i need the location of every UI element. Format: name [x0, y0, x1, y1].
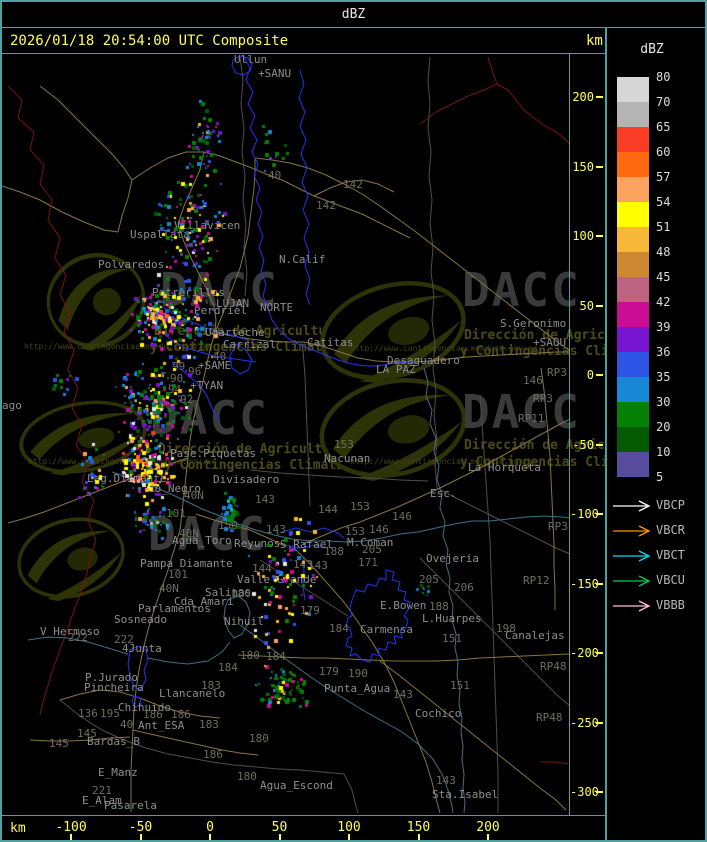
- scale-segment: [617, 77, 649, 102]
- x-tick-mark: [209, 834, 211, 840]
- scale-label: 70: [656, 95, 671, 109]
- radar-composite-window: dBZ 2026/01/18 20:54:00 UTC Composite km…: [0, 0, 707, 842]
- y-tick-label: -100: [570, 507, 599, 521]
- scale-label: 20: [656, 420, 671, 434]
- x-tick-label: 200: [476, 820, 500, 835]
- arrow-label: VBCR: [656, 523, 685, 537]
- x-tick-mark: [139, 834, 142, 840]
- y-tick-label: -200: [570, 646, 599, 660]
- x-tick-mark: [70, 834, 72, 840]
- scale-segment: [617, 377, 649, 402]
- scale-label: 51: [656, 220, 671, 234]
- dbz-color-scale: [617, 77, 649, 477]
- scale-segment: [617, 327, 649, 352]
- y-tick-mark: [596, 513, 603, 515]
- scale-segment: [617, 452, 649, 477]
- arrow-label: VBCT: [656, 548, 685, 562]
- y-tick-label: 200: [572, 90, 594, 104]
- scale-label: 35: [656, 370, 671, 384]
- scale-label: 36: [656, 345, 671, 359]
- legend-panel: dBZ 80 70 65 60 57 54 51 48 45 42 39 36 35 30 20 10 5 VBC…: [605, 28, 705, 840]
- scale-label: 48: [656, 245, 671, 259]
- window-title: dBZ: [341, 7, 366, 22]
- arrow-icon: [613, 575, 651, 587]
- scale-segment: [617, 252, 649, 277]
- title-separator: [2, 27, 705, 28]
- y-tick-mark: [596, 304, 603, 307]
- x-tick-mark: [417, 834, 420, 840]
- arrow-label: VBBB: [656, 598, 685, 612]
- scale-segment: [617, 402, 649, 427]
- scale-segment: [617, 152, 649, 177]
- y-tick-mark: [596, 721, 603, 724]
- scale-label: 42: [656, 295, 671, 309]
- x-tick-mark: [348, 834, 350, 840]
- arrow-sample-vbcu: [611, 573, 657, 587]
- scale-segment: [617, 127, 649, 152]
- y-tick-mark: [596, 791, 603, 793]
- timestamp-label: 2026/01/18 20:54:00 UTC Composite: [10, 33, 289, 49]
- x-tick-label: 0: [206, 820, 214, 835]
- x-tick-mark: [487, 834, 489, 840]
- arrow-sample-vbcp: [611, 498, 657, 512]
- y-tick-mark: [596, 374, 603, 376]
- arrow-icon: [613, 525, 651, 537]
- legend-title: dBZ: [640, 42, 664, 57]
- scale-label: 5: [656, 470, 664, 484]
- y-tick-mark: [596, 582, 603, 585]
- arrow-icon: [613, 550, 651, 562]
- arrow-sample-vbbb: [611, 598, 657, 612]
- y-tick-mark: [596, 652, 603, 654]
- arrow-sample-vbcr: [611, 523, 657, 537]
- scale-label: 45: [656, 270, 671, 284]
- scale-segment: [617, 202, 649, 227]
- y-tick-label: -50: [572, 437, 594, 452]
- arrow-icon: [613, 600, 651, 612]
- radar-echoes-canvas: [2, 54, 569, 815]
- x-tick-mark: [278, 834, 281, 840]
- x-tick-label: -50: [128, 820, 153, 835]
- arrow-sample-vbct: [611, 548, 657, 562]
- y-tick-label: 50: [579, 298, 594, 313]
- x-axis: km -100 -50 0 50 100 150 200: [2, 815, 605, 840]
- scale-label: 39: [656, 320, 671, 334]
- y-axis-tick-strip: 200 150 100 50 0 -50 -100 -150 -200 -250 -300: [570, 54, 605, 815]
- scale-label: 60: [656, 145, 671, 159]
- y-tick-label: 100: [572, 229, 594, 243]
- x-tick-label: 150: [406, 820, 431, 835]
- map-right-border: [569, 54, 570, 815]
- scale-label: 30: [656, 395, 671, 409]
- y-tick-label: -300: [570, 785, 599, 799]
- y-tick-label: 150: [572, 159, 594, 174]
- scale-segment: [617, 177, 649, 202]
- y-tick-mark: [596, 443, 603, 446]
- x-tick-label: -100: [55, 820, 87, 835]
- x-tick-label: 100: [337, 820, 361, 835]
- y-tick-mark: [596, 235, 603, 237]
- y-tick-label: -150: [570, 576, 599, 591]
- scale-label: 54: [656, 195, 671, 209]
- y-axis-unit-label: km: [586, 33, 603, 49]
- scale-label: 10: [656, 445, 671, 459]
- scale-segment: [617, 427, 649, 452]
- arrow-icon: [613, 500, 651, 512]
- arrow-label: VBCP: [656, 498, 685, 512]
- scale-segment: [617, 352, 649, 377]
- scale-segment: [617, 302, 649, 327]
- y-tick-mark: [596, 165, 603, 168]
- scale-segment: [617, 227, 649, 252]
- x-tick-label: 50: [271, 820, 288, 835]
- arrow-label: VBCU: [656, 573, 685, 587]
- x-axis-unit-label: km: [10, 821, 26, 836]
- scale-segment: [617, 102, 649, 127]
- scale-segment: [617, 277, 649, 302]
- y-tick-label: 0: [586, 368, 594, 382]
- scale-label: 57: [656, 170, 671, 184]
- scale-label: 65: [656, 120, 671, 134]
- y-tick-mark: [596, 96, 603, 98]
- y-tick-label: -250: [570, 715, 599, 730]
- scale-label: 80: [656, 70, 671, 84]
